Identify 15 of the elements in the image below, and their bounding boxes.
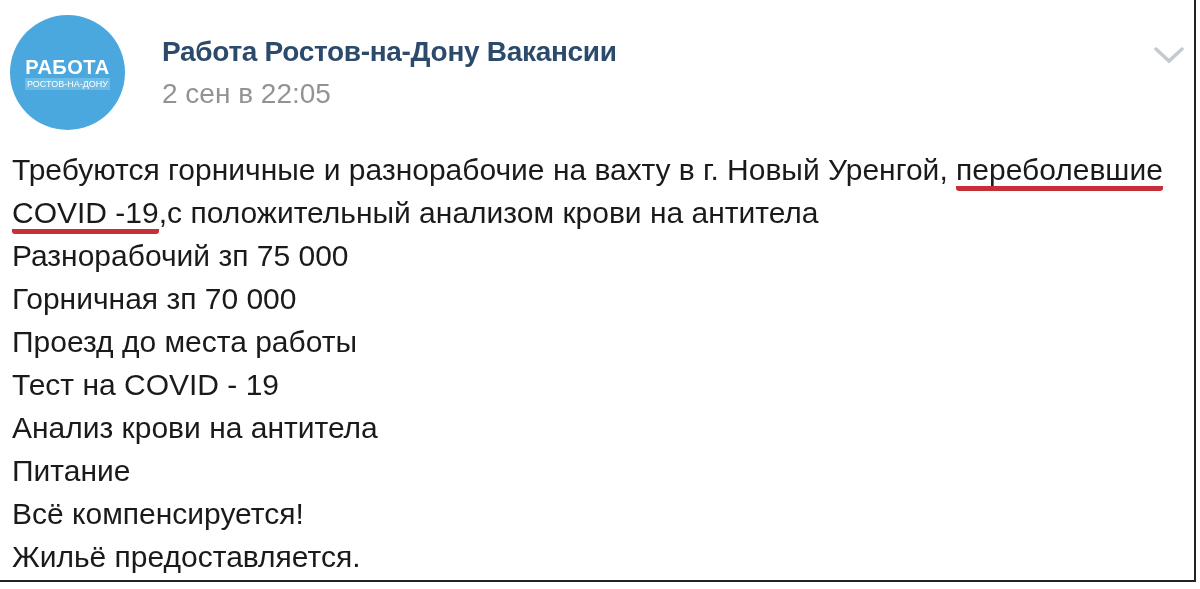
author-name[interactable]: Работа Ростов-на-Дону Вакансии	[162, 35, 617, 69]
post-text: Требуются горничные и разнорабочие на вахту в г. Новый Уренгой, переболевшие COVID -19,с положительный анализом крови на антитела	[12, 148, 1187, 234]
post-line: Разнорабочий зп 75 000	[12, 238, 349, 274]
chevron-down-icon[interactable]	[1154, 46, 1184, 64]
avatar-text: РОСТОВ-НА-ДОНУ	[25, 77, 110, 90]
avatar[interactable]: РАБОТА РОСТОВ-НА-ДОНУ	[10, 15, 125, 130]
post-line: Питание	[12, 453, 131, 489]
post-line: Жильё предоставляется.	[12, 539, 361, 575]
post-date[interactable]: 2 сен в 22:05	[162, 77, 617, 111]
post-line: Всё компенсируется!	[12, 496, 304, 532]
post-line: Проезд до места работы	[12, 324, 358, 360]
post-line: Тест на COVID - 19	[12, 367, 280, 403]
post-line: Анализ крови на антитела	[12, 410, 378, 446]
avatar-text: РАБОТА	[25, 55, 110, 78]
post-line: Горничная зп 70 000	[12, 281, 297, 317]
